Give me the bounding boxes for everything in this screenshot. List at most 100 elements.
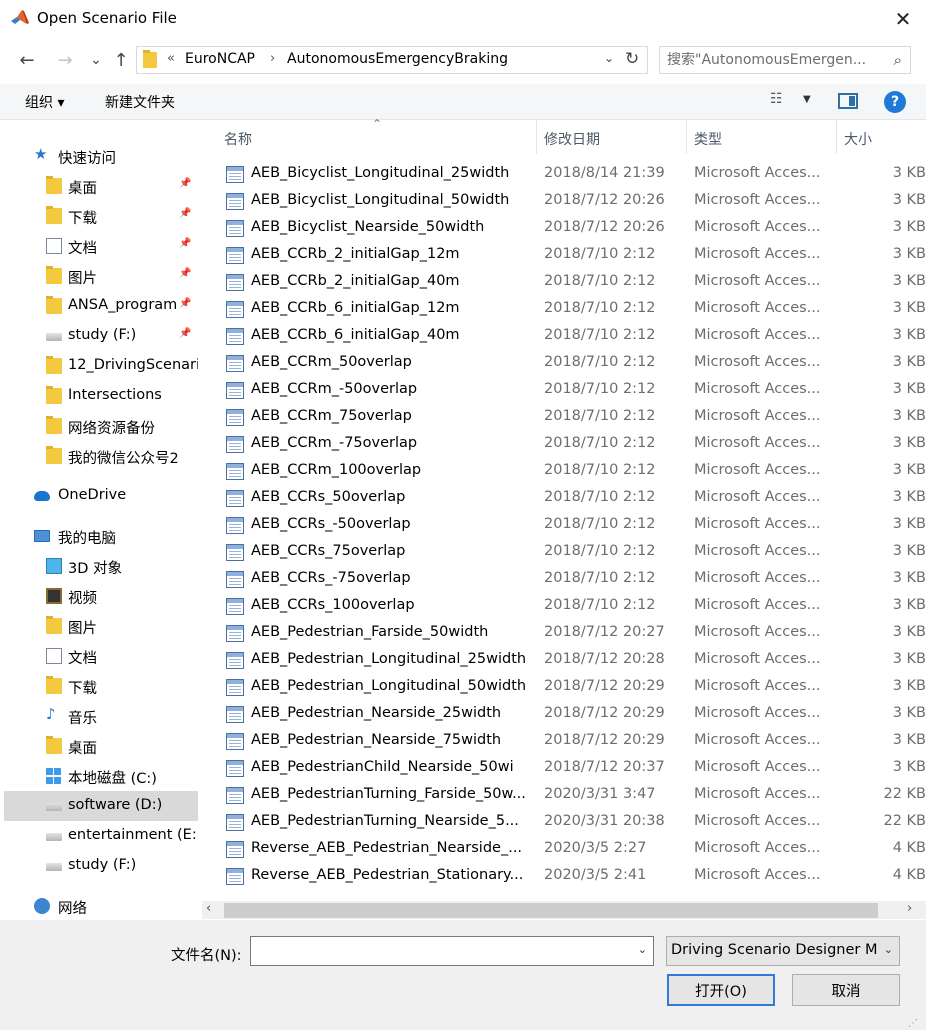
file-row[interactable]: AEB_CCRb_6_initialGap_12m 2018/7/10 2:12 M… bbox=[202, 296, 926, 323]
file-row[interactable]: AEB_CCRs_-75overlap 2018/7/10 2:12 Microso… bbox=[202, 566, 926, 593]
address-dropdown-icon[interactable]: ⌄ bbox=[604, 51, 614, 65]
column-divider[interactable] bbox=[836, 120, 837, 154]
cancel-button[interactable]: 取消 bbox=[792, 974, 900, 1006]
column-name[interactable]: 名称 bbox=[224, 129, 252, 149]
sidebar-item[interactable]: entertainment (E:) bbox=[4, 821, 198, 851]
refresh-icon[interactable]: ↻ bbox=[625, 49, 639, 69]
file-row[interactable]: AEB_CCRs_100overlap 2018/7/10 2:12 Microso… bbox=[202, 593, 926, 620]
column-size[interactable]: 大小 bbox=[844, 129, 872, 149]
sidebar-item[interactable]: 下载 📌 bbox=[4, 201, 198, 231]
file-row[interactable]: AEB_CCRs_50overlap 2018/7/10 2:12 Microsof… bbox=[202, 485, 926, 512]
breadcrumb-aeb[interactable]: AutonomousEmergencyBraking bbox=[287, 51, 508, 67]
pin-icon[interactable]: 📌 bbox=[179, 298, 191, 309]
new-folder-button[interactable]: 新建文件夹 bbox=[105, 92, 175, 112]
column-divider[interactable] bbox=[536, 120, 537, 154]
file-row[interactable]: AEB_Pedestrian_Longitudinal_25width 2018/… bbox=[202, 647, 926, 674]
file-row[interactable]: AEB_PedestrianChild_Nearside_50wi 2018/7/… bbox=[202, 755, 926, 782]
sidebar-item[interactable]: OneDrive bbox=[4, 481, 198, 511]
filename-input[interactable] bbox=[255, 942, 625, 958]
open-button[interactable]: 打开(O) bbox=[667, 974, 775, 1006]
sidebar-item[interactable]: 文档 📌 bbox=[4, 231, 198, 261]
scrollbar-thumb[interactable] bbox=[224, 903, 878, 918]
file-row[interactable]: AEB_CCRm_100overlap 2018/7/10 2:12 Microso… bbox=[202, 458, 926, 485]
pin-icon[interactable]: 📌 bbox=[179, 238, 191, 249]
help-icon[interactable]: ? bbox=[884, 91, 906, 113]
sidebar-item[interactable]: ANSA_program 📌 bbox=[4, 291, 198, 321]
breadcrumb-euroncap[interactable]: EuroNCAP bbox=[185, 51, 255, 67]
pin-icon[interactable]: 📌 bbox=[179, 208, 191, 219]
sidebar-item[interactable]: 12_DrivingScenario bbox=[4, 351, 198, 381]
sidebar-item[interactable]: software (D:) bbox=[4, 791, 198, 821]
sidebar-item[interactable]: Intersections bbox=[4, 381, 198, 411]
view-options-icon[interactable]: ☷ bbox=[770, 91, 783, 107]
file-row[interactable]: AEB_PedestrianTurning_Farside_50w... 2020… bbox=[202, 782, 926, 809]
recent-locations-button[interactable]: ⌄ bbox=[83, 47, 109, 73]
address-bar[interactable]: « EuroNCAP › AutonomousEmergencyBraking … bbox=[136, 46, 648, 74]
horizontal-scrollbar[interactable]: ‹ › bbox=[202, 901, 926, 919]
file-row[interactable]: AEB_Bicyclist_Longitudinal_50width 2018/7… bbox=[202, 188, 926, 215]
view-dropdown-icon[interactable]: ▼ bbox=[803, 94, 811, 105]
file-row[interactable]: AEB_CCRm_50overlap 2018/7/10 2:12 Microsof… bbox=[202, 350, 926, 377]
file-row[interactable]: AEB_CCRm_75overlap 2018/7/10 2:12 Microsof… bbox=[202, 404, 926, 431]
close-button[interactable]: ✕ bbox=[880, 2, 926, 36]
sidebar-item[interactable]: 网络资源备份 bbox=[4, 411, 198, 441]
sidebar-item[interactable]: ★ 快速访问 bbox=[4, 141, 198, 171]
file-row[interactable]: AEB_CCRs_-50overlap 2018/7/10 2:12 Microso… bbox=[202, 512, 926, 539]
file-row[interactable]: AEB_Pedestrian_Nearside_25width 2018/7/12… bbox=[202, 701, 926, 728]
organize-button[interactable]: 组织 ▾ bbox=[25, 92, 64, 112]
sidebar-item[interactable]: 视频 bbox=[4, 581, 198, 611]
file-row[interactable]: AEB_CCRb_2_initialGap_40m 2018/7/10 2:12 M… bbox=[202, 269, 926, 296]
scroll-right-icon[interactable]: › bbox=[907, 901, 912, 916]
file-row[interactable]: AEB_Pedestrian_Longitudinal_50width 2018/… bbox=[202, 674, 926, 701]
forward-button[interactable]: → bbox=[52, 47, 78, 73]
sidebar-item[interactable]: 我的微信公众号2 bbox=[4, 441, 198, 471]
search-icon[interactable]: ⌕ bbox=[894, 51, 902, 69]
breadcrumb-separator[interactable]: › bbox=[270, 51, 275, 66]
sidebar-item[interactable]: 下载 bbox=[4, 671, 198, 701]
sidebar-item[interactable]: 图片 bbox=[4, 611, 198, 641]
column-date[interactable]: 修改日期 bbox=[544, 129, 600, 149]
sidebar-item[interactable]: 网络 bbox=[4, 891, 198, 921]
pin-icon[interactable]: 📌 bbox=[179, 328, 191, 339]
file-type-filter[interactable]: Driving Scenario Designer M ⌄ bbox=[666, 936, 900, 966]
file-row[interactable]: AEB_CCRb_6_initialGap_40m 2018/7/10 2:12 M… bbox=[202, 323, 926, 350]
sidebar-item[interactable]: study (F:) bbox=[4, 851, 198, 881]
pin-icon[interactable]: 📌 bbox=[179, 268, 191, 279]
sidebar-item[interactable]: 本地磁盘 (C:) bbox=[4, 761, 198, 791]
file-row[interactable]: AEB_PedestrianTurning_Nearside_5... 2020/… bbox=[202, 809, 926, 836]
file-row[interactable]: AEB_CCRm_-50overlap 2018/7/10 2:12 Microso… bbox=[202, 377, 926, 404]
navigation-pane[interactable]: ★ 快速访问 桌面 📌 下载 📌 文档 📌 图片 📌 ANSA_program 📌 study (F:)… bbox=[0, 120, 202, 920]
sidebar-item[interactable]: 图片 📌 bbox=[4, 261, 198, 291]
file-row[interactable]: AEB_Bicyclist_Nearside_50width 2018/7/12 … bbox=[202, 215, 926, 242]
resize-grip-icon[interactable]: ⋰ bbox=[908, 1018, 918, 1029]
file-row[interactable]: AEB_Pedestrian_Farside_50width 2018/7/12 … bbox=[202, 620, 926, 647]
download-folder-icon bbox=[46, 206, 62, 224]
sidebar-item[interactable]: ♪ 音乐 bbox=[4, 701, 198, 731]
chevron-down-icon[interactable]: ⌄ bbox=[884, 943, 893, 956]
file-row[interactable]: AEB_CCRm_-75overlap 2018/7/10 2:12 Microso… bbox=[202, 431, 926, 458]
sidebar-item[interactable]: 我的电脑 bbox=[4, 521, 198, 551]
preview-pane-icon[interactable] bbox=[838, 93, 858, 109]
filename-combobox[interactable]: ⌄ bbox=[250, 936, 654, 966]
file-row[interactable]: AEB_Pedestrian_Nearside_75width 2018/7/12… bbox=[202, 728, 926, 755]
search-box[interactable]: ⌕ bbox=[659, 46, 911, 74]
sidebar-item[interactable]: 桌面 📌 bbox=[4, 171, 198, 201]
pin-icon[interactable]: 📌 bbox=[179, 178, 191, 189]
file-row[interactable]: AEB_CCRs_75overlap 2018/7/10 2:12 Microsof… bbox=[202, 539, 926, 566]
file-row[interactable]: AEB_Bicyclist_Longitudinal_25width 2018/8… bbox=[202, 161, 926, 188]
search-input[interactable] bbox=[667, 52, 881, 68]
sidebar-item[interactable]: study (F:) 📌 bbox=[4, 321, 198, 351]
column-divider[interactable] bbox=[686, 120, 687, 154]
scroll-left-icon[interactable]: ‹ bbox=[206, 901, 211, 916]
up-button[interactable]: ↑ bbox=[108, 47, 134, 73]
file-row[interactable]: Reverse_AEB_Pedestrian_Nearside_... 2020/… bbox=[202, 836, 926, 863]
column-type[interactable]: 类型 bbox=[694, 129, 722, 149]
sidebar-item[interactable]: 桌面 bbox=[4, 731, 198, 761]
breadcrumb-overflow[interactable]: « bbox=[167, 51, 175, 66]
sidebar-item[interactable]: 文档 bbox=[4, 641, 198, 671]
chevron-down-icon[interactable]: ⌄ bbox=[638, 943, 647, 956]
sidebar-item[interactable]: 3D 对象 bbox=[4, 551, 198, 581]
file-row[interactable]: AEB_CCRb_2_initialGap_12m 2018/7/10 2:12 M… bbox=[202, 242, 926, 269]
file-row[interactable]: Reverse_AEB_Pedestrian_Stationary... 2020… bbox=[202, 863, 926, 890]
back-button[interactable]: ← bbox=[14, 47, 40, 73]
